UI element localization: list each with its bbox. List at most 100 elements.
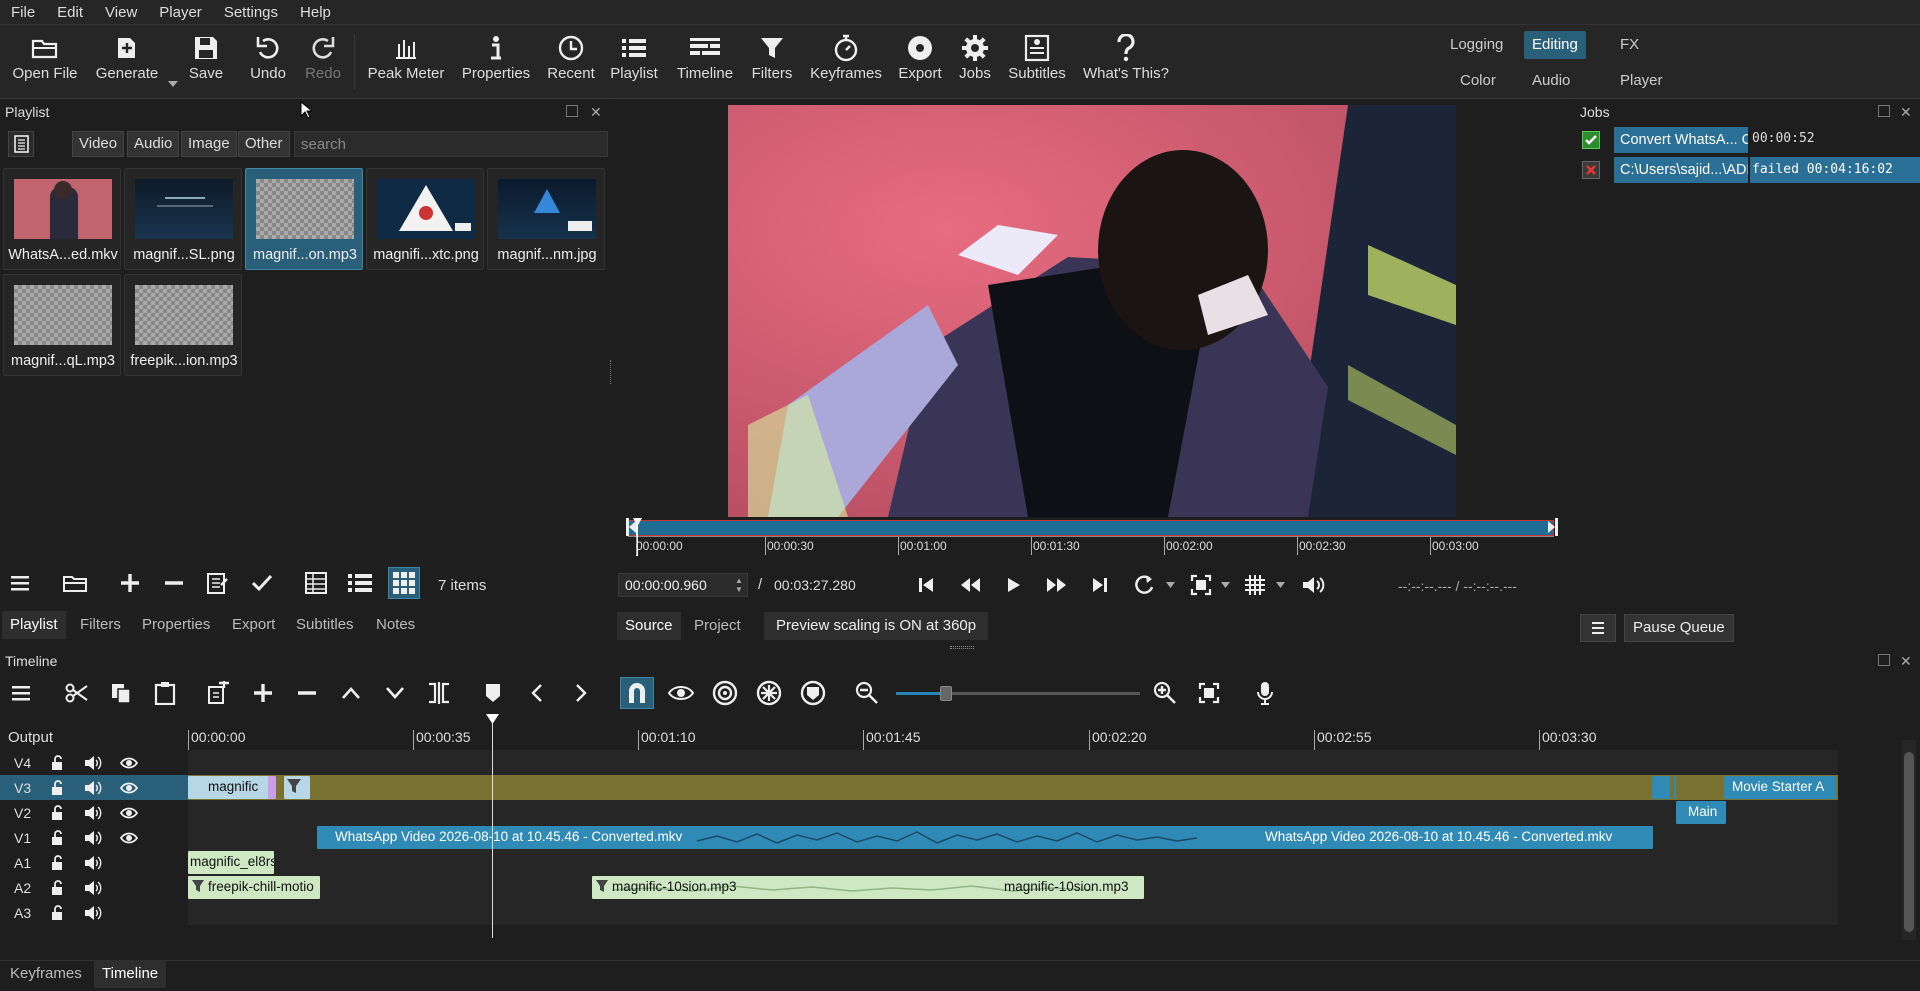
tab-source[interactable]: Source <box>617 612 681 640</box>
play-icon[interactable] <box>999 570 1029 600</box>
timeline-clip[interactable] <box>268 776 276 799</box>
next-marker-icon[interactable] <box>564 677 598 709</box>
zoom-in-icon[interactable] <box>1148 677 1182 709</box>
grid-icon[interactable] <box>1240 570 1270 600</box>
snap-magnet-icon[interactable] <box>620 677 654 709</box>
track-row-v1[interactable]: WhatsApp Video 2026-08-10 at 10.45.46 - … <box>188 825 1838 850</box>
speaker-icon[interactable] <box>84 880 102 896</box>
keyframes-button[interactable]: Keyframes <box>808 31 884 95</box>
track-header-a3[interactable]: A3 <box>0 900 188 925</box>
splitter-handle[interactable] <box>950 646 974 649</box>
cut-icon[interactable] <box>60 677 94 709</box>
zoom-out-icon[interactable] <box>850 677 884 709</box>
append-icon[interactable] <box>202 677 236 709</box>
volume-icon[interactable] <box>1298 570 1328 600</box>
lock-open-icon[interactable] <box>50 755 68 771</box>
timeline-menu-icon[interactable] <box>6 677 40 709</box>
timeline-clip[interactable]: Movie Starter A <box>1724 776 1836 799</box>
speaker-icon[interactable] <box>84 755 102 771</box>
track-row-v3[interactable]: magnific Movie Starter A <box>188 775 1838 800</box>
undo-button[interactable]: Undo <box>246 31 290 95</box>
playlist-item[interactable]: WhatsA...ed.mkv <box>3 168 121 270</box>
grid-dropdown-icon[interactable] <box>1276 582 1285 588</box>
float-panel-icon[interactable] <box>1878 105 1890 117</box>
zoom-slider-handle[interactable] <box>940 686 952 701</box>
speaker-icon[interactable] <box>84 805 102 821</box>
track-header-v1[interactable]: V1 <box>0 825 188 850</box>
marker-icon[interactable] <box>476 677 510 709</box>
speaker-icon[interactable] <box>84 830 102 846</box>
tab-filters[interactable]: Filters <box>72 611 129 639</box>
tab-keyframes[interactable]: Keyframes <box>2 960 90 988</box>
eye-icon[interactable] <box>120 755 138 771</box>
paste-icon[interactable] <box>148 677 182 709</box>
lock-open-icon[interactable] <box>50 880 68 896</box>
whats-this-button[interactable]: What's This? <box>1082 31 1170 95</box>
playlist-item[interactable]: magnif...on.mp3 <box>245 168 363 270</box>
previous-marker-icon[interactable] <box>520 677 554 709</box>
loop-dropdown-icon[interactable] <box>1166 582 1175 588</box>
skip-to-start-icon[interactable] <box>911 570 941 600</box>
eye-icon[interactable] <box>120 830 138 846</box>
zoom-fit-icon[interactable] <box>1186 570 1216 600</box>
scrub-bar[interactable] <box>628 520 1554 536</box>
job-row[interactable]: C:\Users\sajid...\ADM failed 00:04:16:02 <box>1578 157 1920 183</box>
remove-icon[interactable] <box>158 567 190 599</box>
eye-icon[interactable] <box>120 780 138 796</box>
layout-player-button[interactable]: Player <box>1612 67 1671 95</box>
timeline-clip[interactable] <box>1652 776 1670 799</box>
layout-color-button[interactable]: Color <box>1452 67 1504 95</box>
playlist-item[interactable]: magnif...qL.mp3 <box>3 274 121 376</box>
eye-icon[interactable] <box>120 805 138 821</box>
playlist-item[interactable]: magnif...nm.jpg <box>487 168 605 270</box>
timeline-scrollbar-thumb[interactable] <box>1904 752 1914 932</box>
playlist-item[interactable]: magnif...SL.png <box>124 168 242 270</box>
video-preview[interactable] <box>728 105 1456 517</box>
float-panel-icon[interactable] <box>1878 654 1890 666</box>
zoom-timeline-fit-icon[interactable] <box>1192 677 1226 709</box>
lock-open-icon[interactable] <box>50 855 68 871</box>
splitter-handle[interactable] <box>610 360 612 384</box>
timeline-clip[interactable]: WhatsApp Video 2026-08-10 at 10.45.46 - … <box>317 826 1653 849</box>
open-file-button[interactable]: Open File <box>8 31 82 95</box>
track-header-v4[interactable]: V4 <box>0 750 188 775</box>
update-icon[interactable] <box>202 567 234 599</box>
layout-editing-button[interactable]: Editing <box>1524 31 1586 59</box>
properties-button[interactable]: Properties <box>458 31 534 95</box>
loop-icon[interactable] <box>1130 570 1160 600</box>
timeline-clip[interactable]: freepik-chill-motio <box>188 876 320 899</box>
track-header-a1[interactable]: A1 <box>0 850 188 875</box>
ripple-all-tracks-icon[interactable] <box>752 677 786 709</box>
subtitles-button[interactable]: Subtitles <box>1004 31 1070 95</box>
list-view-icon[interactable] <box>344 567 376 599</box>
timeline-clip[interactable]: Main <box>1676 801 1726 824</box>
menu-file[interactable]: File <box>0 4 46 21</box>
float-panel-icon[interactable] <box>566 105 578 117</box>
jobs-menu-icon[interactable] <box>1580 614 1616 642</box>
lock-open-icon[interactable] <box>50 905 68 921</box>
track-header-a2[interactable]: A2 <box>0 875 188 900</box>
filter-image-button[interactable]: Image <box>181 131 237 157</box>
scrub-while-dragging-icon[interactable] <box>664 677 698 709</box>
out-point-handle-icon[interactable] <box>1548 518 1558 536</box>
split-icon[interactable] <box>422 677 456 709</box>
tab-subtitles[interactable]: Subtitles <box>288 611 362 639</box>
pause-queue-button[interactable]: Pause Queue <box>1624 614 1734 642</box>
playlist-item[interactable]: magnifi...xtc.png <box>366 168 484 270</box>
playlist-view-mode-icon[interactable] <box>8 131 34 157</box>
playlist-item[interactable]: freepik...ion.mp3 <box>124 274 242 376</box>
ripple-icon[interactable] <box>708 677 742 709</box>
timeline-clip[interactable]: magnific <box>188 776 272 799</box>
tab-notes[interactable]: Notes <box>368 611 423 639</box>
menu-settings[interactable]: Settings <box>213 4 289 21</box>
close-panel-icon[interactable]: ✕ <box>590 104 602 121</box>
playlist-button[interactable]: Playlist <box>606 31 662 95</box>
speaker-icon[interactable] <box>84 855 102 871</box>
add-icon[interactable] <box>114 567 146 599</box>
icon-view-icon[interactable] <box>388 567 420 599</box>
menu-edit[interactable]: Edit <box>46 4 94 21</box>
checkmark-icon[interactable] <box>246 567 278 599</box>
playlist-search-input[interactable] <box>294 131 608 157</box>
close-panel-icon[interactable]: ✕ <box>1900 104 1912 121</box>
export-button[interactable]: Export <box>896 31 944 95</box>
